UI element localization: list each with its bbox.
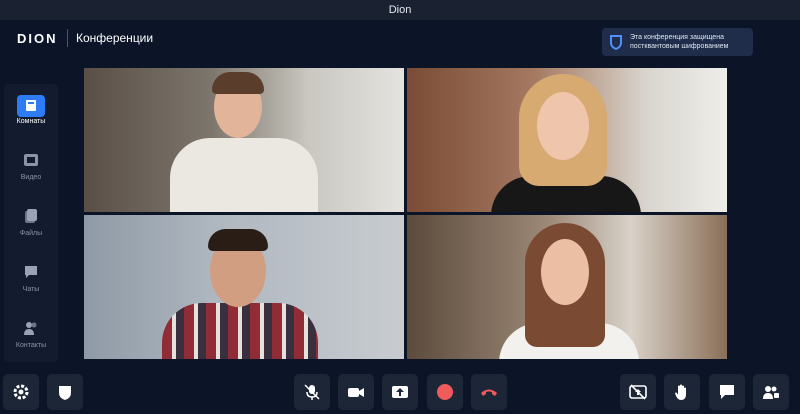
files-icon (25, 209, 37, 223)
sidebar-item-label: Чаты (22, 286, 40, 293)
rooms-icon (17, 95, 45, 117)
participant-tile[interactable] (84, 68, 404, 212)
record-button[interactable] (427, 374, 463, 410)
app-header: DION Конференции Эта конференция защищен… (0, 20, 800, 64)
participants-button[interactable] (753, 374, 789, 410)
hang-up-button[interactable] (471, 374, 507, 410)
raise-hand-button[interactable] (664, 374, 700, 410)
shield-icon (610, 35, 622, 50)
participant-hair (212, 72, 264, 94)
participant-hair (208, 229, 268, 251)
participant-face (537, 92, 589, 160)
sidebar: Комнаты Видео Файлы Чаты Контакты (4, 84, 58, 362)
participant-body (162, 303, 318, 359)
camera-button[interactable] (338, 374, 374, 410)
sidebar-item-label: Комнаты (16, 118, 46, 125)
security-notice-text: Эта конференция защищена постквантовым ш… (630, 33, 728, 51)
window-title-bar: Dion (0, 0, 800, 20)
sidebar-item-label: Файлы (19, 230, 43, 237)
settings-icon (13, 384, 29, 400)
screen-share-off-icon (629, 384, 647, 400)
chat-button[interactable] (709, 374, 745, 410)
header-divider (67, 29, 68, 47)
video-library-icon (24, 154, 38, 166)
window-title: Dion (388, 4, 412, 16)
participant-face (541, 239, 589, 305)
video-grid (84, 68, 727, 359)
call-toolbar (0, 368, 800, 414)
security-line-2: постквантовым шифрованием (630, 43, 729, 50)
mute-microphone-button[interactable] (294, 374, 330, 410)
security-line-1: Эта конференция защищена (630, 34, 724, 41)
hang-up-icon (481, 389, 497, 396)
sidebar-item-rooms[interactable]: Комнаты (8, 90, 54, 136)
share-screen-icon (392, 386, 408, 398)
chat-icon (25, 266, 37, 278)
record-icon (437, 384, 453, 400)
sidebar-item-label: Контакты (15, 342, 47, 349)
participant-tile[interactable] (407, 215, 727, 359)
camera-icon (348, 388, 364, 397)
participant-tile[interactable] (407, 68, 727, 212)
sidebar-item-contacts[interactable]: Контакты (8, 314, 54, 360)
sidebar-item-chats[interactable]: Чаты (8, 258, 54, 304)
security-notice: Эта конференция защищена постквантовым ш… (602, 28, 753, 56)
sidebar-item-video[interactable]: Видео (8, 146, 54, 192)
sidebar-item-label: Видео (20, 174, 42, 181)
security-shield-icon (59, 386, 71, 400)
participants-icon (763, 386, 779, 399)
contacts-icon (24, 322, 37, 335)
participant-tile[interactable] (84, 215, 404, 359)
chat-icon (720, 385, 734, 399)
stop-screen-share-button[interactable] (620, 374, 656, 410)
page-title: Конференции (76, 31, 154, 45)
participant-body (170, 138, 318, 212)
sidebar-item-files[interactable]: Файлы (8, 202, 54, 248)
raise-hand-icon (675, 384, 686, 400)
share-screen-button[interactable] (382, 374, 418, 410)
settings-button[interactable] (3, 374, 39, 410)
mic-muted-icon (304, 384, 320, 400)
security-button[interactable] (47, 374, 83, 410)
app-logo: DION (17, 31, 58, 46)
